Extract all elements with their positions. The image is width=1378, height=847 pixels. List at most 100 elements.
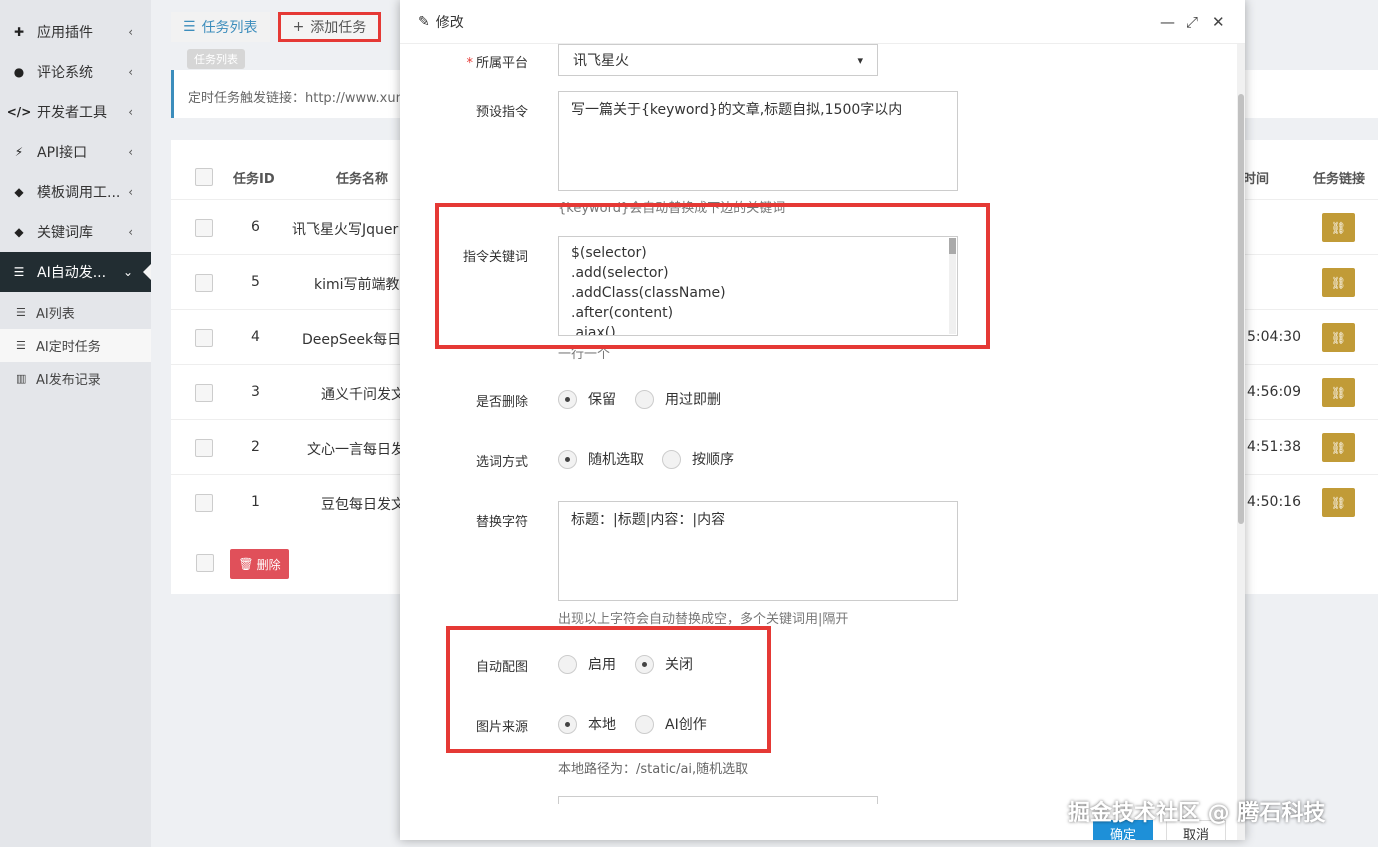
radio-delete-after-use[interactable]: 用过即删 (635, 389, 721, 409)
task-name: 讯飞星火写Jquer (292, 222, 399, 238)
sidebar-subitem-label: AI发布记录 (36, 373, 101, 388)
link-icon: ⛓ (1330, 275, 1347, 290)
platform-select[interactable]: 讯飞星火 ▾ (558, 44, 878, 76)
list-icon: ☰ (13, 265, 25, 279)
radio-circle[interactable] (558, 449, 577, 469)
add-task-button[interactable]: + 添加任务 (277, 12, 382, 42)
modal-header: ✎ 修改 (400, 0, 1245, 44)
sidebar-item-label: AI自动发... (37, 265, 107, 281)
task-link-button[interactable]: ⛓ (1322, 213, 1355, 242)
sidebar-item-label: 开发者工具 (37, 105, 107, 121)
watermark: 掘金技术社区 @ 腾石科技 (1068, 801, 1326, 826)
task-link-button[interactable]: ⛓ (1322, 268, 1355, 297)
radio-circle[interactable] (662, 449, 681, 469)
task-link-button[interactable]: ⛓ (1322, 378, 1355, 407)
radio-circle[interactable] (635, 389, 654, 409)
bar-chart-icon: ▥ (16, 372, 27, 385)
sidebar-subitem-label: AI定时任务 (36, 340, 101, 355)
platform-value: 讯飞星火 (573, 53, 629, 69)
radio-label: 按顺序 (692, 452, 734, 468)
radio-dot (565, 396, 570, 402)
task-link-button[interactable]: ⛓ (1322, 488, 1355, 517)
tab-task-list[interactable]: ☰ 任务列表 (171, 12, 270, 42)
header-task-id: 任务ID (233, 172, 275, 187)
modal-title: 修改 (435, 14, 464, 31)
task-name: 文心一言每日发 (307, 442, 405, 458)
sidebar-item-ai-publish[interactable]: ☰ AI自动发... ⌄ (0, 252, 151, 292)
radio-label: 用过即删 (665, 392, 721, 408)
sidebar-item-templates[interactable]: ◆ 模板调用工... ‹ (0, 172, 151, 212)
row-checkbox[interactable] (195, 384, 213, 402)
delete-button[interactable]: 🗑 删除 (230, 549, 289, 579)
plus-icon: + (292, 19, 305, 35)
tasks-icon: ☰ (16, 339, 26, 352)
replace-help: 出现以上字符会自动替换成空，多个关键词用|隔开 (558, 612, 849, 627)
modal-scrollbar[interactable] (1237, 44, 1245, 840)
chevron-left-icon: ‹ (128, 225, 133, 239)
maximize-icon[interactable]: ⤢ (1186, 13, 1198, 31)
radio-random[interactable]: 随机选取 (558, 449, 644, 469)
prompt-textarea[interactable]: 写一篇关于{keyword}的文章,标题自拟,1500字以内 (558, 91, 958, 191)
radio-label: 随机选取 (588, 452, 644, 468)
task-link-button[interactable]: ⛓ (1322, 433, 1355, 462)
select-all-checkbox[interactable] (195, 168, 213, 186)
radio-label: 保留 (588, 392, 616, 408)
sidebar-item-plugins[interactable]: ✚ 应用插件 ‹ (0, 12, 151, 52)
sidebar-item-keywords[interactable]: ◆ 关键词库 ‹ (0, 212, 151, 252)
sidebar-item-label: 关键词库 (37, 225, 93, 241)
row-checkbox[interactable] (195, 219, 213, 237)
tooltip: 任务列表 (187, 49, 245, 69)
tab-label: 添加任务 (310, 20, 367, 36)
next-input-field[interactable] (558, 796, 878, 804)
task-id: 6 (251, 219, 260, 235)
radio-keep[interactable]: 保留 (558, 389, 616, 409)
minimize-icon[interactable]: — (1160, 13, 1175, 31)
replace-textarea[interactable]: 标题：|标题|内容：|内容 (558, 501, 958, 601)
sidebar-item-label: 模板调用工... (37, 185, 121, 201)
sidebar-subitem-ai-list[interactable]: ☰ AI列表 (0, 296, 151, 329)
required-mark: * (466, 56, 473, 71)
bulk-checkbox[interactable] (196, 554, 214, 572)
task-time: 5:04:30 (1247, 329, 1301, 345)
task-time: 4:50:16 (1247, 494, 1301, 510)
puzzle-icon: ✚ (13, 25, 25, 39)
radio-sequential[interactable]: 按顺序 (662, 449, 734, 469)
header-time: 时间 (1243, 172, 1270, 187)
pick-method-label: 选词方式 (475, 455, 528, 470)
scrollbar-thumb[interactable] (1238, 94, 1244, 524)
replace-label: 替换字符 (475, 515, 528, 530)
row-checkbox[interactable] (195, 329, 213, 347)
chevron-left-icon: ‹ (128, 185, 133, 199)
list-icon: ☰ (183, 19, 196, 35)
sidebar-item-comments[interactable]: ● 评论系统 ‹ (0, 52, 151, 92)
list-icon: ☰ (16, 306, 26, 319)
task-name: DeepSeek每日发 (302, 332, 416, 348)
sidebar-subitem-ai-tasks[interactable]: ☰ AI定时任务 (0, 329, 151, 362)
task-id: 3 (251, 384, 260, 400)
radio-dot (565, 456, 570, 462)
sidebar-item-api[interactable]: ⚡ API接口 ‹ (0, 132, 151, 172)
platform-label-text: 所属平台 (475, 56, 528, 71)
row-checkbox[interactable] (195, 274, 213, 292)
link-icon: ⛓ (1330, 330, 1347, 345)
task-link-button[interactable]: ⛓ (1322, 323, 1355, 352)
sidebar-item-label: 应用插件 (37, 25, 93, 41)
task-id: 1 (251, 494, 260, 510)
comment-icon: ● (13, 65, 25, 79)
row-checkbox[interactable] (195, 494, 213, 512)
row-checkbox[interactable] (195, 439, 213, 457)
radio-circle[interactable] (558, 389, 577, 409)
chevron-down-icon: ⌄ (122, 265, 133, 279)
sidebar-subitem-ai-records[interactable]: ▥ AI发布记录 (0, 362, 151, 395)
trash-icon: 🗑 (238, 557, 254, 571)
task-id: 2 (251, 439, 260, 455)
code-icon: </> (6, 105, 32, 119)
link-icon: ⛓ (1330, 495, 1347, 510)
close-icon[interactable]: ✕ (1212, 13, 1225, 31)
task-time: 4:56:09 (1247, 384, 1301, 400)
sidebar-subitem-label: AI列表 (36, 307, 75, 322)
delete-option-label: 是否删除 (475, 395, 528, 410)
sidebar-item-devtools[interactable]: </> 开发者工具 ‹ (0, 92, 151, 132)
plug-icon: ⚡ (14, 145, 24, 159)
chevron-left-icon: ‹ (128, 145, 133, 159)
